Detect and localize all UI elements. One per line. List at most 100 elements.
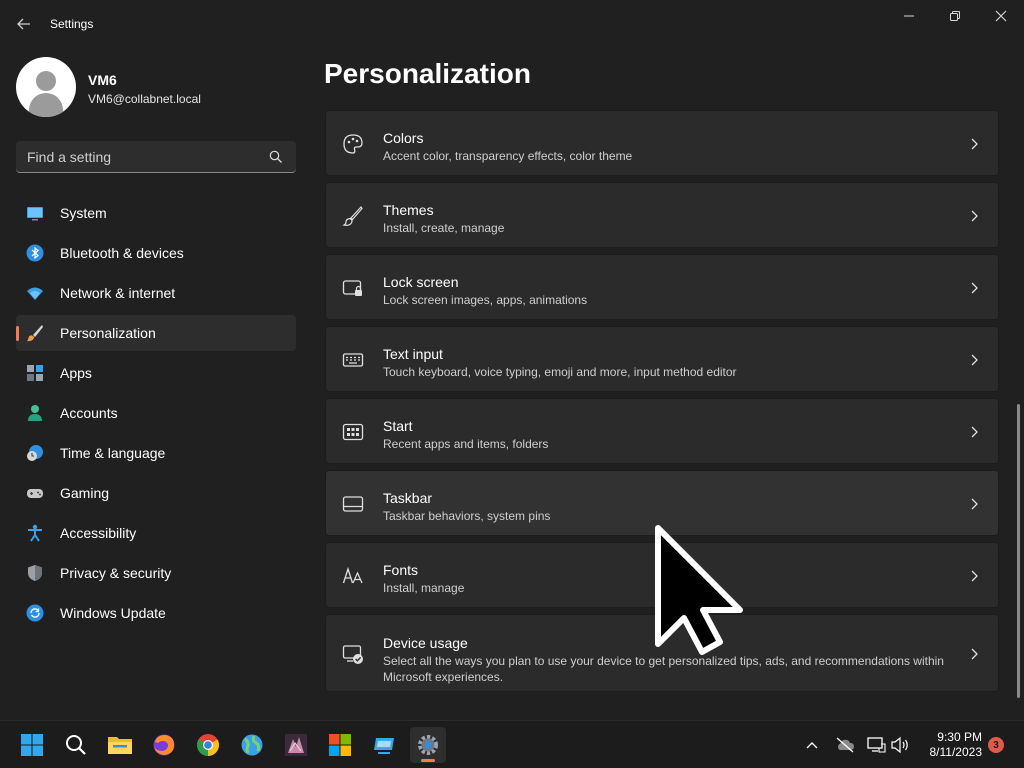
page-title: Personalization — [324, 58, 531, 89]
sidebar-item-label: Network & internet — [60, 285, 176, 301]
scrollbar-thumb[interactable] — [1017, 404, 1020, 698]
search-icon — [66, 735, 86, 755]
chevron-right-icon — [971, 282, 978, 294]
card-description: Install, create, manage — [383, 221, 505, 235]
card-title: Themes — [383, 202, 434, 218]
back-button[interactable] — [10, 12, 38, 36]
chevron-right-icon — [971, 138, 978, 150]
chevron-right-icon — [971, 570, 978, 582]
avatar-body — [29, 93, 63, 117]
search-box[interactable] — [16, 141, 296, 173]
card-title: Start — [383, 418, 413, 434]
cloud-offline-icon — [836, 737, 855, 753]
card-title: Fonts — [383, 562, 419, 578]
sidebar-item-label: Accessibility — [60, 525, 137, 541]
card-themes[interactable]: Themes Install, create, manage — [325, 182, 999, 248]
card-colors[interactable]: Colors Accent color, transparency effect… — [325, 110, 999, 176]
taskbar-settings[interactable] — [410, 727, 446, 763]
settings-icon — [418, 735, 438, 755]
search-icon[interactable] — [268, 149, 284, 165]
gamepad-icon — [27, 489, 43, 498]
sidebar-item-windows-update[interactable]: Windows Update — [16, 595, 296, 631]
sidebar-item-gaming[interactable]: Gaming — [16, 475, 296, 511]
user-profile[interactable]: VM6 VM6@collabnet.local — [16, 57, 296, 117]
close-button[interactable] — [978, 0, 1024, 32]
card-description: Touch keyboard, voice typing, emoji and … — [383, 365, 737, 379]
sidebar-item-apps[interactable]: Apps — [16, 355, 296, 391]
bluetooth-icon — [26, 244, 44, 262]
taskbar-firefox[interactable] — [146, 727, 182, 763]
sidebar-item-label: Apps — [60, 365, 92, 381]
app-title: Settings — [50, 17, 94, 31]
folder-icon — [108, 737, 132, 754]
card-description: Accent color, transparency effects, colo… — [383, 149, 633, 163]
tray-onedrive[interactable] — [835, 735, 855, 755]
avatar — [16, 57, 76, 117]
card-title: Lock screen — [383, 274, 459, 290]
sidebar-item-system[interactable]: System — [16, 195, 296, 231]
tray-overflow-button[interactable] — [802, 735, 822, 755]
card-start[interactable]: Start Recent apps and items, folders — [325, 398, 999, 464]
keyboard-icon — [342, 353, 364, 367]
chevron-right-icon — [971, 354, 978, 366]
start-icon — [342, 423, 364, 441]
chevron-right-icon — [971, 498, 978, 510]
user-email: VM6@collabnet.local — [88, 92, 201, 106]
taskbar-search-button[interactable] — [58, 727, 94, 763]
user-name: VM6 — [88, 72, 117, 88]
search-input[interactable] — [16, 141, 264, 172]
taskbar-globe-app[interactable] — [234, 727, 270, 763]
taskbar-icon — [342, 496, 364, 512]
settings-window: Settings VM6 VM6@collabnet.local System — [0, 0, 1024, 720]
card-title: Colors — [383, 130, 424, 146]
taskbar-chrome[interactable] — [190, 727, 226, 763]
sidebar-item-personalization[interactable]: Personalization — [16, 315, 296, 351]
card-title: Device usage — [383, 635, 468, 651]
notification-badge[interactable]: 3 — [988, 737, 1004, 753]
sidebar-item-label: Time & language — [60, 445, 166, 461]
image-app-icon — [285, 734, 307, 756]
fonts-icon — [342, 566, 363, 584]
palette-icon — [343, 134, 363, 154]
card-lock-screen[interactable]: Lock screen Lock screen images, apps, an… — [325, 254, 999, 320]
sidebar-item-accounts[interactable]: Accounts — [16, 395, 296, 431]
card-text-input[interactable]: Text input Touch keyboard, voice typing,… — [325, 326, 999, 392]
taskbar-image-app[interactable] — [278, 727, 314, 763]
maximize-button[interactable] — [932, 0, 978, 32]
chrome-icon — [197, 734, 219, 756]
sidebar-item-label: Privacy & security — [60, 565, 172, 581]
chevron-right-icon — [971, 648, 978, 660]
tray-volume[interactable] — [890, 735, 910, 755]
start-button[interactable] — [14, 727, 50, 763]
windows-logo-icon — [21, 734, 43, 756]
remote-app-icon — [374, 738, 394, 754]
sidebar-item-privacy-security[interactable]: Privacy & security — [16, 555, 296, 591]
restore-icon — [950, 11, 960, 21]
close-icon — [995, 10, 1007, 22]
taskbar-clock[interactable]: 9:30 PM 8/11/2023 — [916, 730, 983, 760]
chevron-up-icon — [806, 742, 818, 749]
shield-icon — [28, 565, 42, 581]
minimize-button[interactable] — [886, 0, 932, 32]
firefox-icon — [153, 734, 175, 756]
mouse-cursor-icon — [655, 525, 743, 655]
arrow-left-icon — [17, 18, 30, 30]
card-description: Lock screen images, apps, animations — [383, 293, 588, 307]
monitor-icon — [27, 207, 43, 221]
sidebar-item-label: Bluetooth & devices — [60, 245, 184, 261]
sidebar-item-label: System — [60, 205, 107, 221]
sidebar-item-time-language[interactable]: Time & language — [16, 435, 296, 471]
sidebar-item-accessibility[interactable]: Accessibility — [16, 515, 296, 551]
person-icon — [28, 405, 42, 421]
taskbar-microsoft-store[interactable] — [322, 727, 358, 763]
avatar-head — [36, 71, 56, 91]
minimize-icon — [904, 15, 914, 17]
taskbar-remote-app[interactable] — [366, 727, 402, 763]
sidebar-item-network[interactable]: Network & internet — [16, 275, 296, 311]
clock-time: 9:30 PM — [937, 730, 982, 744]
card-description: Recent apps and items, folders — [383, 437, 549, 451]
taskbar-file-explorer[interactable] — [102, 727, 138, 763]
sidebar-item-label: Accounts — [60, 405, 118, 421]
tray-network[interactable] — [866, 735, 886, 755]
sidebar-item-bluetooth[interactable]: Bluetooth & devices — [16, 235, 296, 271]
